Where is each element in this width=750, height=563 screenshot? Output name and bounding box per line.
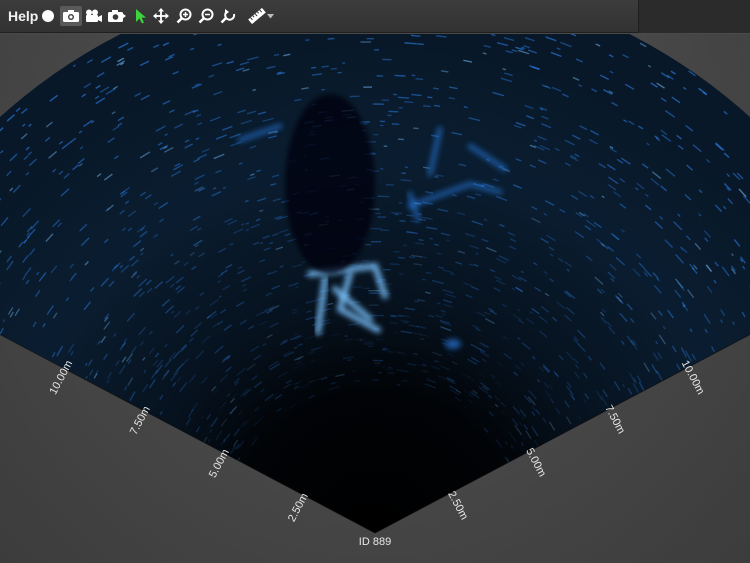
- chevron-down-icon: [266, 13, 274, 18]
- select-tool-button[interactable]: [133, 6, 149, 26]
- pan-icon: [153, 8, 169, 24]
- sonar-viewport[interactable]: 2.50m 5.00m 7.50m 10.00m 2.50m 5.00m 7.5…: [0, 34, 750, 563]
- measure-ruler-icon: [248, 8, 266, 24]
- zoom-in-icon: [176, 8, 192, 24]
- svg-text:10.00m: 10.00m: [679, 359, 707, 397]
- zoom-reset-button[interactable]: [219, 6, 237, 26]
- right-axis-tick-5.00m: 5.00m: [523, 446, 548, 479]
- svg-text:5.00m: 5.00m: [523, 446, 548, 479]
- help-menu[interactable]: Help: [8, 8, 38, 24]
- zoom-in-button[interactable]: [175, 6, 193, 26]
- sonar-fan-display: 2.50m 5.00m 7.50m 10.00m 2.50m 5.00m 7.5…: [0, 34, 750, 534]
- svg-text:5.00m: 5.00m: [207, 447, 232, 480]
- left-axis-tick-7.50m: 7.50m: [128, 404, 153, 437]
- toolbar-right-panel: [638, 0, 750, 33]
- camera-icon: [63, 10, 79, 22]
- zoom-reset-icon: [220, 9, 236, 24]
- left-axis-tick-2.50m: 2.50m: [286, 491, 311, 524]
- pan-tool-button[interactable]: [152, 6, 170, 26]
- svg-text:7.50m: 7.50m: [602, 403, 627, 436]
- right-axis-tick-7.50m: 7.50m: [602, 403, 627, 436]
- record-icon: [42, 10, 54, 22]
- zoom-out-icon: [198, 8, 214, 24]
- acoustic-shadow: [285, 94, 375, 274]
- measure-tool-button[interactable]: [246, 6, 268, 26]
- snapshot-button[interactable]: [106, 6, 128, 26]
- toolbar: Help: [0, 0, 750, 33]
- screenshot-button[interactable]: [60, 6, 82, 26]
- svg-text:2.50m: 2.50m: [445, 489, 470, 522]
- snapshot-icon: [108, 10, 126, 22]
- left-axis-tick-5.00m: 5.00m: [207, 447, 232, 480]
- svg-text:10.00m: 10.00m: [47, 359, 75, 397]
- ping-id-label: ID 889: [358, 536, 392, 548]
- measure-dropdown[interactable]: [266, 6, 274, 26]
- right-axis-tick-10.00m: 10.00m: [679, 359, 707, 397]
- right-axis-tick-2.50m: 2.50m: [445, 489, 470, 522]
- left-axis-tick-10.00m: 10.00m: [47, 359, 75, 397]
- svg-text:2.50m: 2.50m: [286, 491, 311, 524]
- record-button[interactable]: [40, 6, 56, 26]
- zoom-out-button[interactable]: [197, 6, 215, 26]
- video-camera-icon: [86, 9, 102, 22]
- record-video-button[interactable]: [84, 6, 104, 26]
- svg-text:7.50m: 7.50m: [128, 404, 153, 437]
- select-cursor-icon: [136, 9, 146, 24]
